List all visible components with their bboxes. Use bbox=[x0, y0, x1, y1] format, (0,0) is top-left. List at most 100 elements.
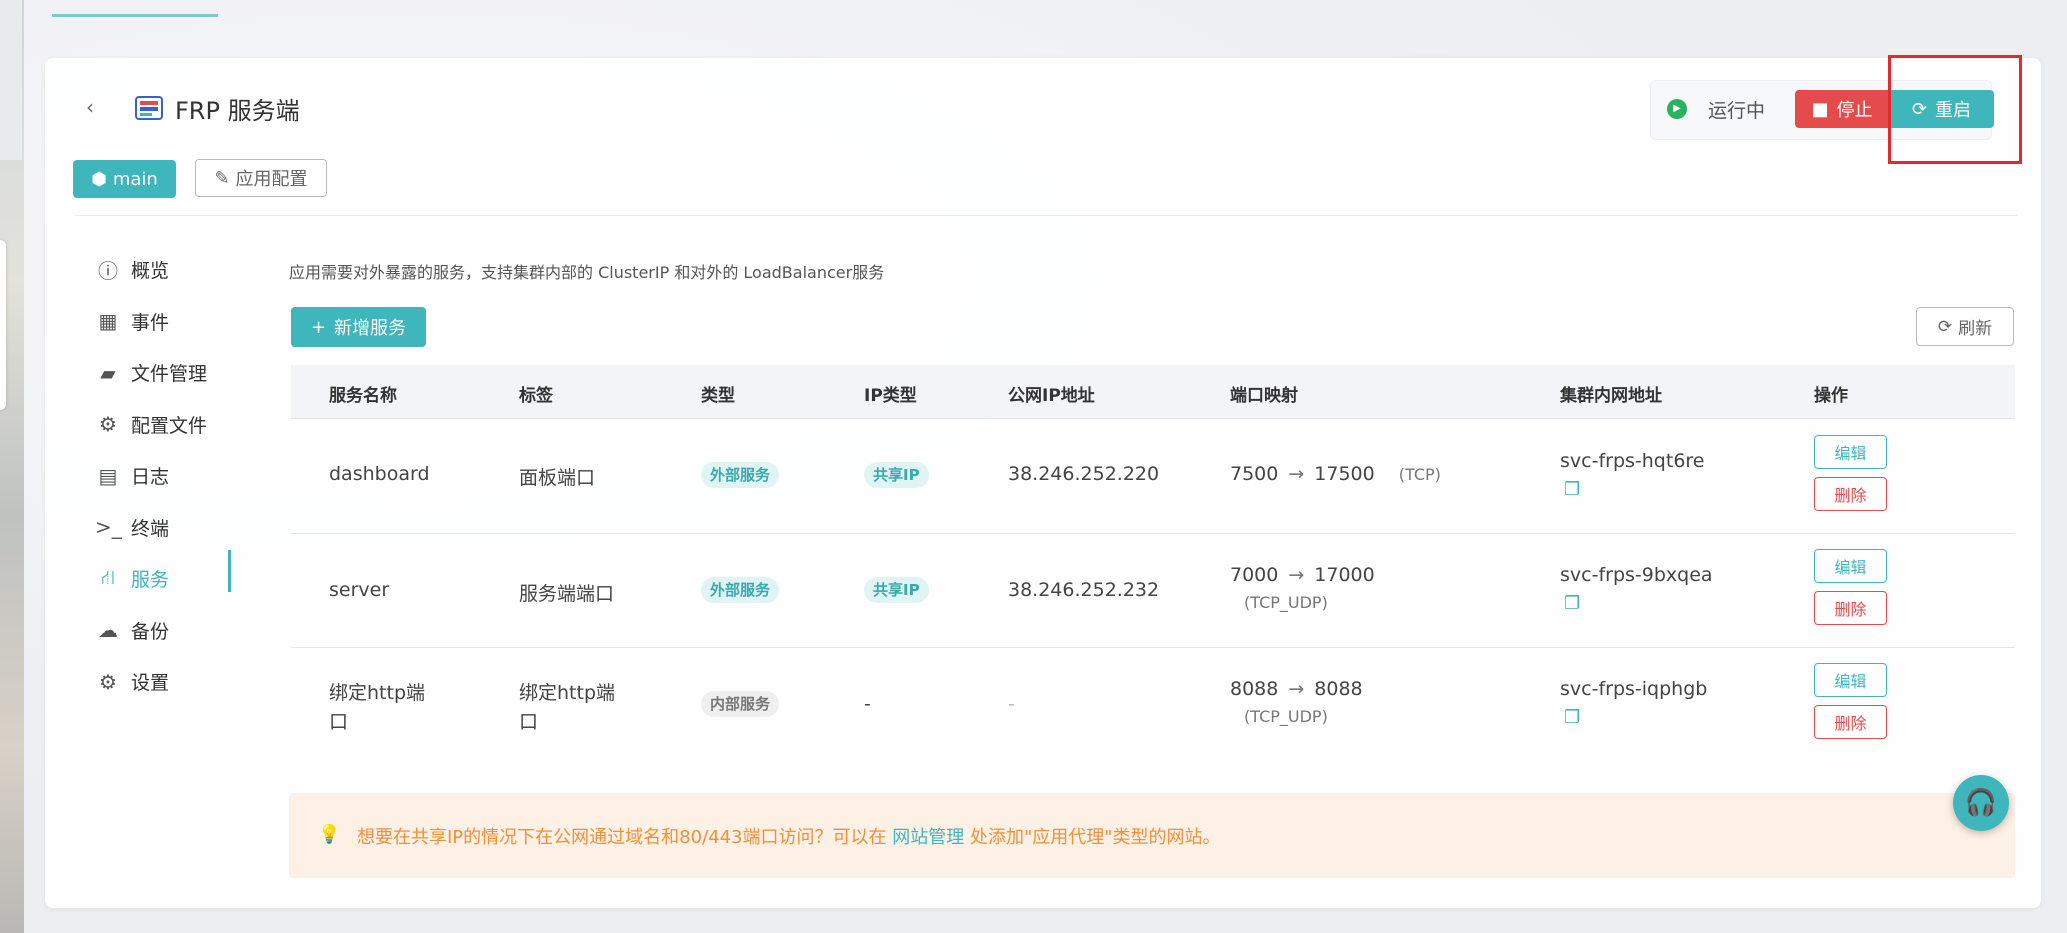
copy-icon[interactable]: ❐ bbox=[1564, 707, 1580, 728]
table-header: 服务名称 标签 类型 IP类型 公网IP地址 端口映射 集群内网地址 操作 bbox=[291, 365, 2015, 419]
column-header: 集群内网地址 bbox=[1560, 386, 1662, 406]
app-config-button[interactable]: ✎ 应用配置 bbox=[195, 159, 327, 197]
file-text-icon: ▤ bbox=[98, 463, 118, 488]
sidebar-item-label: 文件管理 bbox=[131, 363, 208, 386]
sidebar-item-label: 日志 bbox=[131, 466, 170, 489]
delete-button[interactable]: 删除 bbox=[1814, 591, 1887, 625]
sidebar-item-backup[interactable]: ☁ 备份 bbox=[95, 605, 235, 657]
sidebar-nav: ⓘ 概览 ▦ 事件 ▰ 文件管理 ⚙ 配置文件 ▤ 日志 >_ 终端 ⛙ 服务 … bbox=[95, 244, 235, 708]
edit-button[interactable]: 编辑 bbox=[1814, 663, 1887, 697]
ip-type-badge: 共享IP bbox=[864, 577, 929, 603]
public-ip: 38.246.252.220 bbox=[1008, 463, 1160, 485]
edit-button[interactable]: 编辑 bbox=[1814, 549, 1887, 583]
arrow-right-icon: → bbox=[1288, 463, 1305, 485]
stop-square-icon: ■ bbox=[1811, 98, 1829, 120]
port-from: 7000 bbox=[1230, 564, 1279, 586]
refresh-icon: ⟳ bbox=[1937, 316, 1953, 337]
back-chevron-icon[interactable]: ‹ bbox=[86, 96, 108, 118]
branch-main-button[interactable]: ⬢ main bbox=[73, 160, 176, 198]
service-type-badge: 外部服务 bbox=[701, 462, 780, 488]
service-name-wrap: 口 bbox=[329, 711, 349, 733]
header-divider bbox=[75, 215, 2017, 216]
refresh-label: 刷新 bbox=[1958, 319, 1993, 339]
add-label: 新增服务 bbox=[334, 318, 407, 339]
service-name: server bbox=[329, 579, 390, 601]
edge-panel bbox=[0, 0, 22, 160]
sidebar-item-label: 服务 bbox=[131, 569, 170, 592]
edit-button[interactable]: 编辑 bbox=[1814, 435, 1887, 469]
table-row: server 服务端端口 外部服务 共享IP 38.246.252.232 70… bbox=[291, 533, 2015, 648]
service-label: 绑定http端 bbox=[519, 682, 616, 704]
public-ip: - bbox=[1008, 693, 1015, 715]
cloud-icon: ☁ bbox=[98, 618, 118, 643]
column-header: 服务名称 bbox=[329, 386, 397, 406]
ip-type: - bbox=[864, 693, 871, 715]
tip-text-after: 处添加"应用代理"类型的网站。 bbox=[964, 827, 1221, 848]
port-mapping: 8088 → 8088 bbox=[1230, 678, 1363, 700]
column-header: 标签 bbox=[519, 386, 553, 406]
port-to: 17500 bbox=[1314, 463, 1375, 485]
tab-underline bbox=[52, 14, 218, 17]
highlight-box bbox=[1888, 55, 2022, 164]
page-title: FRP 服务端 bbox=[175, 97, 300, 125]
sidebar-item-services[interactable]: ⛙ 服务 bbox=[95, 553, 235, 605]
column-header: 端口映射 bbox=[1230, 386, 1298, 406]
cluster-address: svc-frps-9bxqea bbox=[1560, 564, 1713, 586]
port-to: 17000 bbox=[1314, 564, 1375, 586]
cube-icon: ⬢ bbox=[91, 168, 107, 190]
service-type-badge: 内部服务 bbox=[701, 691, 780, 717]
column-header: IP类型 bbox=[864, 386, 917, 406]
sidebar-item-logs[interactable]: ▤ 日志 bbox=[95, 450, 235, 502]
copy-icon[interactable]: ❐ bbox=[1564, 479, 1580, 500]
copy-icon[interactable]: ❐ bbox=[1564, 593, 1580, 614]
port-protocol: (TCP_UDP) bbox=[1244, 593, 1328, 612]
sidebar-item-events[interactable]: ▦ 事件 bbox=[95, 296, 235, 348]
sidebar-item-config-files[interactable]: ⚙ 配置文件 bbox=[95, 399, 235, 451]
sidebar-item-overview[interactable]: ⓘ 概览 bbox=[95, 244, 235, 296]
share-nodes-icon: ⛙ bbox=[100, 565, 116, 590]
services-description: 应用需要对外暴露的服务，支持集群内部的 ClusterIP 和对外的 LoadB… bbox=[289, 263, 885, 282]
sidebar-item-label: 设置 bbox=[131, 672, 170, 695]
port-mapping: 7000 → 17000 bbox=[1230, 564, 1375, 586]
branch-label: main bbox=[112, 168, 158, 190]
delete-button[interactable]: 删除 bbox=[1814, 705, 1887, 739]
gear-icon: ⚙ bbox=[99, 669, 117, 694]
plus-icon: + bbox=[310, 316, 327, 338]
column-header: 类型 bbox=[701, 386, 735, 406]
port-mapping: 7500 → 17500 (TCP) bbox=[1230, 463, 1441, 485]
config-label: 应用配置 bbox=[235, 169, 308, 190]
arrow-right-icon: → bbox=[1288, 564, 1305, 586]
frp-logo-icon bbox=[134, 93, 164, 123]
sidebar-item-settings[interactable]: ⚙ 设置 bbox=[95, 656, 235, 708]
refresh-button[interactable]: ⟳ 刷新 bbox=[1916, 307, 2014, 346]
service-name: 绑定http端 bbox=[329, 682, 426, 704]
sidebar-active-indicator bbox=[228, 550, 231, 592]
table-row: 绑定http端 口 绑定http端 口 内部服务 - - 8088 → 8088 (… bbox=[291, 647, 2015, 761]
sidebar-item-files[interactable]: ▰ 文件管理 bbox=[95, 347, 235, 399]
support-headset-icon[interactable]: 🎧 bbox=[1953, 775, 2009, 831]
port-protocol: (TCP_UDP) bbox=[1244, 707, 1328, 726]
calendar-icon: ▦ bbox=[98, 309, 118, 334]
folder-open-icon: ▰ bbox=[100, 360, 116, 385]
edge-tab bbox=[0, 240, 6, 410]
service-name: dashboard bbox=[329, 463, 430, 485]
port-from: 7500 bbox=[1230, 463, 1279, 485]
port-protocol: (TCP) bbox=[1398, 465, 1441, 484]
info-circle-icon: ⓘ bbox=[98, 259, 118, 284]
service-label-wrap: 口 bbox=[519, 711, 539, 733]
column-header: 公网IP地址 bbox=[1008, 386, 1095, 406]
table-row: dashboard 面板端口 外部服务 共享IP 38.246.252.220 … bbox=[291, 419, 2015, 534]
public-ip: 38.246.252.232 bbox=[1008, 579, 1160, 601]
desktop-edge bbox=[0, 0, 24, 933]
delete-button[interactable]: 删除 bbox=[1814, 477, 1887, 511]
sidebar-item-label: 事件 bbox=[131, 311, 170, 334]
sidebar-item-terminal[interactable]: >_ 终端 bbox=[95, 502, 235, 554]
status-text: 运行中 bbox=[1708, 100, 1766, 122]
terminal-icon: >_ bbox=[95, 515, 122, 540]
running-play-icon: ▶ bbox=[1667, 99, 1687, 119]
add-service-button[interactable]: + 新增服务 bbox=[291, 307, 426, 347]
sidebar-item-label: 概览 bbox=[131, 260, 170, 283]
service-type-badge: 外部服务 bbox=[701, 577, 780, 603]
website-management-link[interactable]: 网站管理 bbox=[892, 827, 964, 848]
stop-button[interactable]: ■ 停止 bbox=[1795, 90, 1889, 128]
